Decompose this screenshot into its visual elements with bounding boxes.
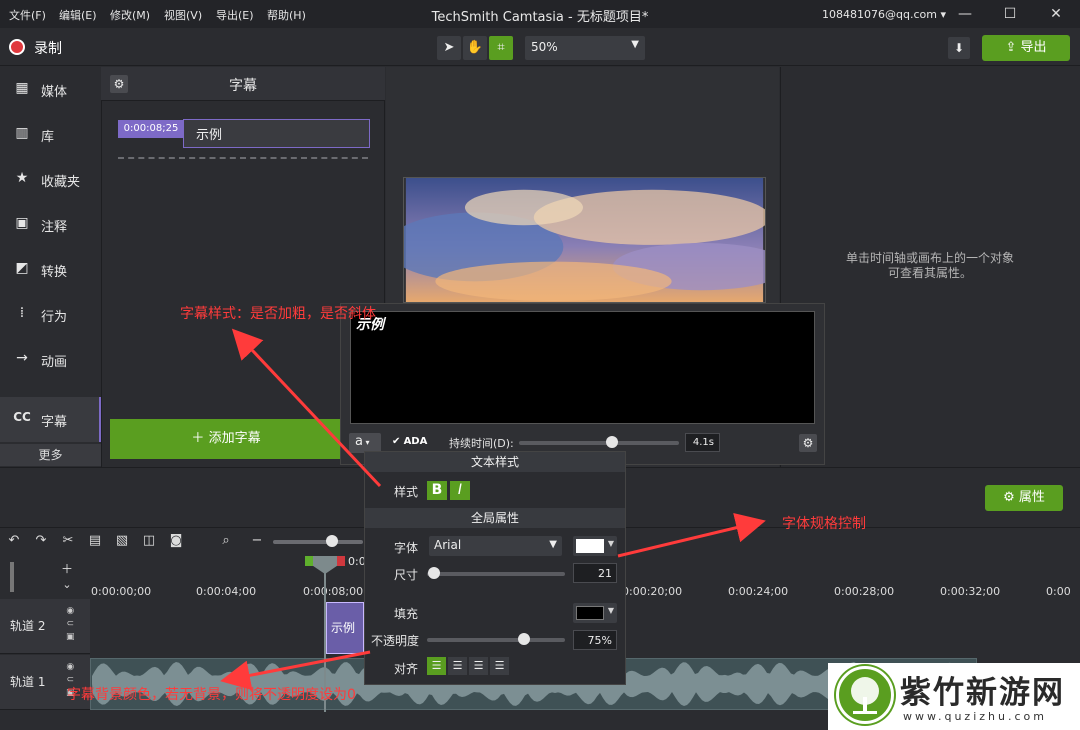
- annotation-arrows: [220, 328, 766, 691]
- annotation-style: 字幕样式：是否加粗，是否斜体: [180, 306, 376, 322]
- arrow-background: [220, 650, 371, 691]
- annotation-font: 字体规格控制: [782, 516, 866, 532]
- watermark-name: 紫竹新游网: [900, 675, 1065, 711]
- arrow-style: [231, 328, 382, 488]
- arrow-font: [617, 513, 766, 558]
- tree-logo-icon: [836, 666, 894, 724]
- annotation-background: 字幕背景颜色，若无背景，则将不透明度设为0: [67, 687, 356, 703]
- watermark-url: www.quzizhu.com: [903, 710, 1047, 723]
